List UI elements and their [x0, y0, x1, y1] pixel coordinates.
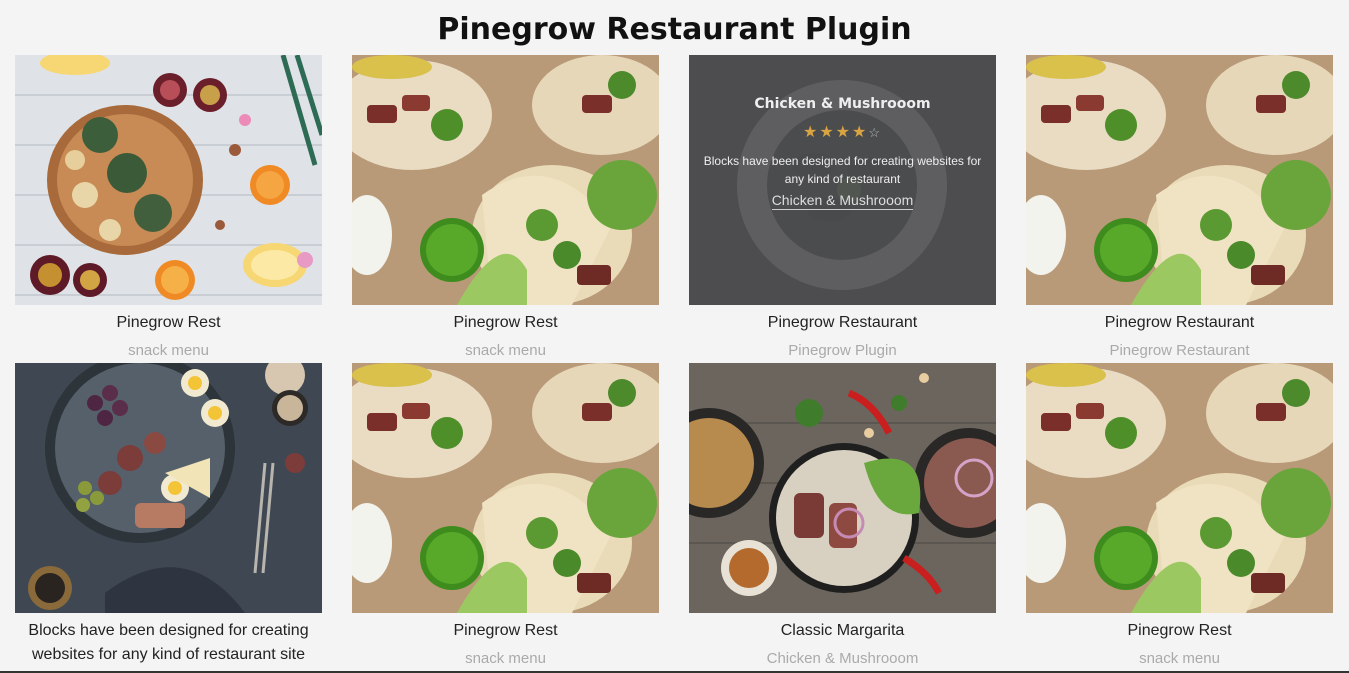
rating-stars: ★★★★☆: [803, 122, 882, 142]
cheese-platter-photo[interactable]: [15, 363, 322, 613]
tacos-photo[interactable]: [352, 55, 659, 305]
fruit-board-photo[interactable]: [15, 55, 322, 305]
card-subcaption[interactable]: Chicken & Mushrooom: [689, 648, 996, 670]
steak-salad-photo[interactable]: [689, 363, 996, 613]
gallery-card[interactable]: Pinegrow Rest snack menu: [15, 55, 322, 363]
card-caption: Pinegrow Rest: [453, 314, 558, 331]
page: Pinegrow Restaurant Plugin Pinegrow Rest…: [0, 0, 1349, 673]
card-caption: Pinegrow Rest: [453, 622, 558, 639]
gallery-card[interactable]: Classic Margarita Chicken & Mushrooom: [689, 363, 996, 671]
gallery-card[interactable]: Pinegrow Restaurant Pinegrow Restaurant: [1026, 55, 1333, 363]
card-caption: Pinegrow Rest: [1127, 622, 1232, 639]
card-subcaption[interactable]: snack menu: [1026, 648, 1333, 670]
gallery-grid: Pinegrow Rest snack menu Pinegrow Rest s…: [15, 55, 1333, 671]
card-subcaption[interactable]: snack menu: [352, 340, 659, 362]
tacos-image: [352, 55, 659, 305]
gallery-card[interactable]: Pinegrow Rest snack menu: [1026, 363, 1333, 671]
gallery-card[interactable]: Blocks have been designed for creating w…: [15, 363, 322, 671]
tacos-image: [352, 363, 659, 613]
card-caption: Pinegrow Restaurant: [1104, 314, 1255, 331]
overlay-description: Blocks have been designed for creating w…: [703, 154, 982, 186]
tacos-image: [1026, 363, 1333, 613]
card-caption: Pinegrow Rest: [116, 314, 221, 331]
page-title: Pinegrow Restaurant Plugin: [437, 12, 912, 47]
gallery-card[interactable]: Pinegrow Rest snack menu: [352, 363, 659, 671]
fruit-board-image: [15, 55, 322, 305]
tacos-photo[interactable]: [1026, 363, 1333, 613]
card-subcaption[interactable]: snack menu: [352, 648, 659, 670]
star-empty-icon: ☆: [868, 125, 883, 140]
mussels-photo[interactable]: Chicken & Mushrooom ★★★★☆ Blocks have be…: [689, 55, 996, 305]
card-caption: Pinegrow Restaurant: [767, 314, 918, 331]
overlay-title: Chicken & Mushrooom: [754, 96, 931, 112]
cheese-platter-image: [15, 363, 322, 613]
gallery-card[interactable]: Pinegrow Rest snack menu: [352, 55, 659, 363]
card-caption: Classic Margarita: [780, 622, 905, 639]
card-caption: Blocks have been designed for creating w…: [28, 622, 309, 663]
steak-salad-image: [689, 363, 996, 613]
tacos-photo[interactable]: [1026, 55, 1333, 305]
card-subcaption[interactable]: Pinegrow Restaurant: [1026, 340, 1333, 362]
tacos-image: [1026, 55, 1333, 305]
star-filled-icon: ★★★★: [802, 124, 869, 141]
card-subcaption[interactable]: snack menu: [15, 340, 322, 362]
gallery-card-hovered[interactable]: Chicken & Mushrooom ★★★★☆ Blocks have be…: [689, 55, 996, 363]
card-subcaption[interactable]: Pinegrow Plugin: [689, 340, 996, 362]
tacos-photo[interactable]: [352, 363, 659, 613]
hover-overlay: Chicken & Mushrooom ★★★★☆ Blocks have be…: [689, 55, 996, 305]
overlay-link[interactable]: Chicken & Mushrooom: [771, 192, 914, 210]
